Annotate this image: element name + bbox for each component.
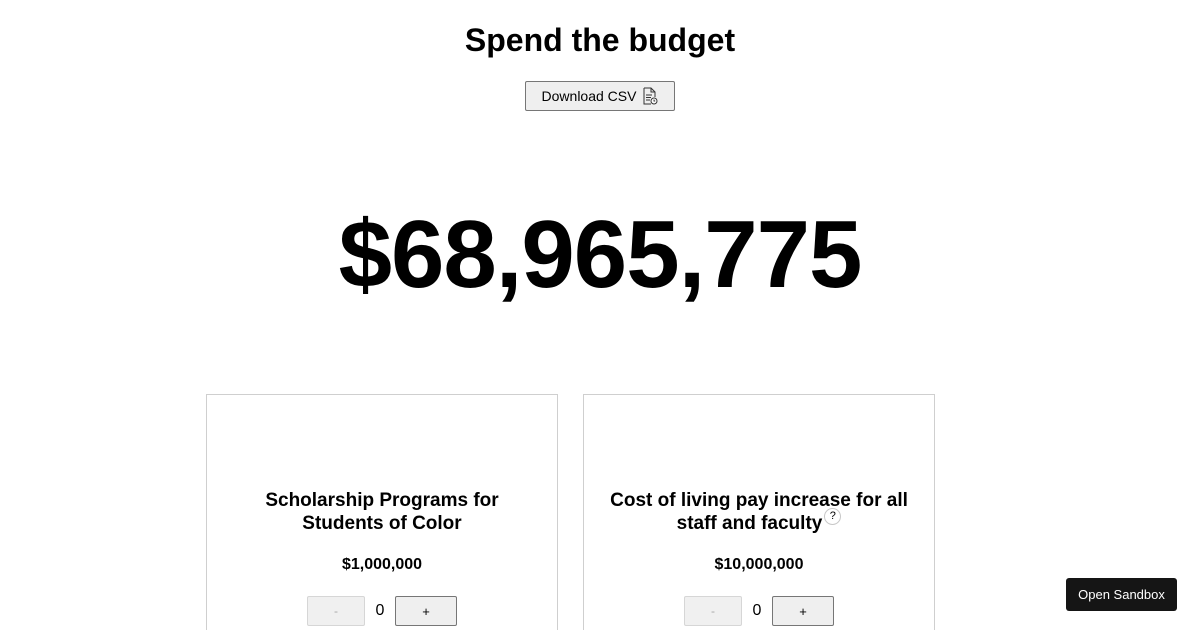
budget-item-price: $1,000,000 — [341, 556, 423, 573]
quantity-value: 0 — [375, 602, 385, 619]
decrease-button[interactable]: - — [307, 596, 365, 626]
budget-item-price: $10,000,000 — [714, 556, 804, 573]
quantity-controls: - 0 + — [584, 596, 934, 626]
increase-button[interactable]: + — [395, 596, 457, 626]
budget-item-card: Scholarship Programs for Students of Col… — [206, 394, 558, 630]
page-title: Spend the budget — [464, 22, 736, 58]
budget-item-title: Scholarship Programs for Students of Col… — [265, 490, 499, 534]
page: Spend the budget Download CSV $68,965,77… — [0, 0, 1200, 630]
quantity-value: 0 — [752, 602, 762, 619]
remaining-budget-amount: $68,965,775 — [338, 201, 863, 308]
increase-button[interactable]: + — [772, 596, 834, 626]
open-sandbox-button[interactable]: Open Sandbox — [1066, 578, 1177, 611]
download-csv-label: Download CSV — [541, 88, 637, 104]
download-csv-button[interactable]: Download CSV — [525, 81, 675, 111]
quantity-controls: - 0 + — [207, 596, 557, 626]
budget-item-card: Cost of living pay increase for all staf… — [583, 394, 935, 630]
csv-file-icon — [642, 87, 658, 105]
budget-item-title: Cost of living pay increase for all staf… — [610, 490, 908, 534]
decrease-button[interactable]: - — [684, 596, 742, 626]
budget-item-title-wrapper: Cost of living pay increase for all staf… — [600, 489, 918, 535]
help-icon[interactable]: ? — [824, 508, 842, 525]
